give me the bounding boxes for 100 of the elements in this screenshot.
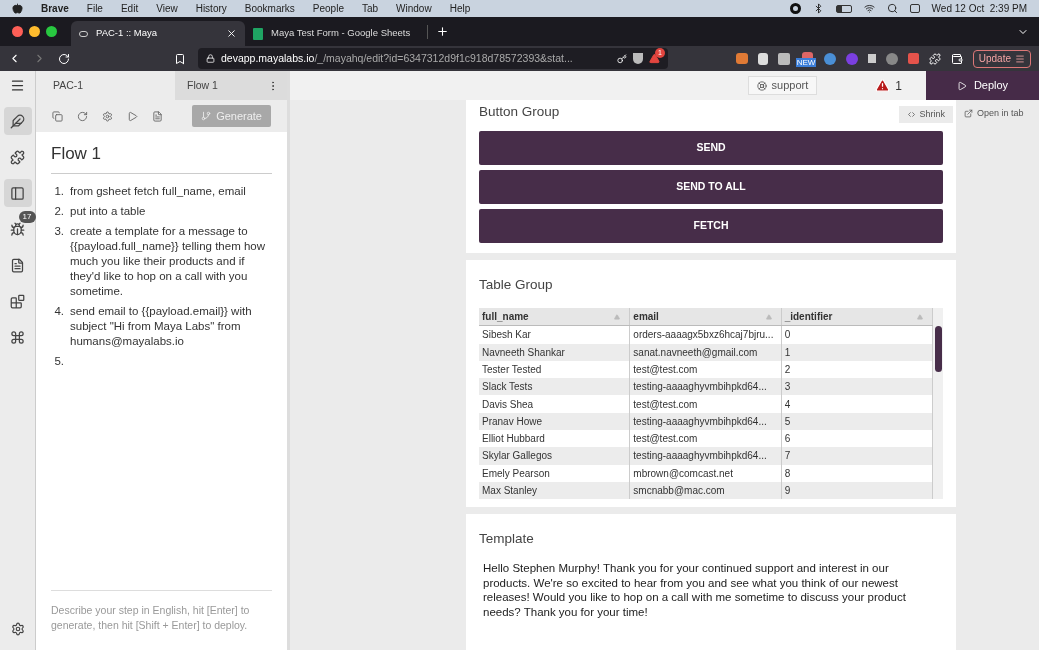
new-badge: NEW (795, 57, 817, 67)
menu-item[interactable]: Tab (361, 1, 379, 16)
table-cell: 4 (781, 395, 933, 413)
bookmark-icon[interactable] (174, 52, 186, 65)
close-tab-icon[interactable] (226, 28, 237, 39)
menu-item[interactable]: File (86, 1, 103, 16)
table-cell: 1 (781, 343, 933, 361)
step-input[interactable]: Describe your step in English, hit [Enter] to generate, then hit [Shift + Enter] to deploy. (51, 603, 272, 637)
menu-item[interactable]: Edit (120, 1, 139, 16)
shrink-icon (907, 110, 917, 119)
menu-item[interactable]: People (312, 1, 344, 16)
menu-item[interactable]: View (156, 1, 178, 16)
apple-icon[interactable] (12, 3, 23, 14)
tab-title: Maya Test Form - Google Sheets (271, 26, 411, 41)
action-button[interactable]: SEND TO ALL (479, 170, 943, 204)
wifi-icon[interactable] (863, 3, 875, 14)
extension-icon[interactable] (823, 52, 836, 65)
rail-button[interactable] (3, 107, 32, 135)
table-cell: smcnabb@mac.com (630, 481, 782, 500)
browser-tab[interactable]: Maya Test Form - Google Sheets (245, 21, 419, 46)
battery-icon[interactable] (835, 4, 852, 13)
rail-button[interactable] (3, 179, 32, 207)
open-in-tab-button[interactable]: Open in tab (964, 107, 1024, 121)
extension-icon[interactable] (777, 52, 790, 65)
document-icon[interactable] (152, 110, 163, 122)
lock-icon (206, 54, 215, 63)
refresh-icon[interactable] (77, 110, 88, 122)
table-cell: 9 (781, 481, 933, 500)
key-icon[interactable] (617, 53, 627, 64)
flow-title: Flow 1 (51, 132, 272, 174)
card-title: Button Group (479, 103, 560, 121)
table-cell: sanat.navneeth@gmail.com (630, 343, 782, 361)
menu-item[interactable]: Brave (41, 1, 69, 16)
table-cell: Max Stanley (479, 481, 631, 500)
step-text[interactable]: create a template for a message to {{payload.full_name}} telling them how much you like their products and if they'd like to hop on a call with you sometime. (69, 223, 272, 299)
extensions-icon[interactable] (928, 52, 941, 65)
feather-icon (10, 113, 25, 129)
action-button[interactable]: SEND (479, 131, 943, 165)
flow-tab[interactable]: Flow 1 (175, 71, 287, 100)
project-name[interactable]: PAC-1 (36, 71, 175, 100)
scrollbar-thumb[interactable] (934, 326, 942, 373)
step-number: 2. (53, 203, 65, 219)
count-badge: 17 (18, 211, 36, 223)
play-icon (956, 80, 967, 91)
table-cell: Skylar Gallegos (479, 447, 631, 465)
column-header[interactable]: _identifier (781, 308, 933, 326)
table-cell: Emely Pearson (479, 464, 631, 482)
branch-icon (201, 111, 212, 121)
url-text: devapp.mayalabs.io/_/mayahq/edit?id=6347312d9f1c918d78572393&stat... (221, 50, 573, 66)
blocks-icon (10, 293, 25, 309)
step-number: 5. (53, 353, 65, 369)
browser-tab[interactable]: PAC-1 :: Maya (71, 21, 245, 46)
menu-item[interactable]: History (195, 1, 227, 16)
step-number: 1. (53, 183, 65, 199)
table-cell: Sibesh Kar (479, 326, 631, 344)
table-cell: orders-aaaagx5bxz6hcaj7bjru... (630, 326, 782, 344)
table-cell: testing-aaaaghyvmbihpkd64... (630, 447, 782, 465)
control-center-icon[interactable] (909, 4, 920, 13)
sheets-icon (253, 27, 263, 40)
step-number: 4. (53, 303, 65, 319)
wallet-icon[interactable] (950, 52, 963, 65)
template-text: Hello Stephen Murphy! Thank you for your continued support and interest in our products. We're so excited to hear from you and see what you think of our newest releases! Would you like to hop on a call with me sometime to discuss your product needs? Thank you for your time! (482, 561, 907, 620)
alerts-indicator[interactable]: 1 (875, 76, 902, 95)
search-icon[interactable] (886, 3, 898, 14)
extension-icon[interactable] (757, 52, 768, 65)
menu-item[interactable]: Bookmarks (244, 1, 295, 16)
step-text[interactable]: send email to {{payload.email}} with subject "Hi from Maya Labs" from humans@mayalabs.io (69, 303, 272, 349)
settings-icon[interactable] (10, 622, 25, 636)
column-header[interactable]: full_name (479, 308, 631, 326)
clock[interactable]: Wed 12 Oct 2:39 PM (931, 1, 1027, 16)
command-icon (10, 329, 25, 345)
table-cell: 0 (781, 326, 933, 344)
bug-icon (10, 221, 25, 237)
table-cell: 8 (781, 464, 933, 482)
action-button[interactable]: FETCH (479, 209, 943, 243)
new-tab-icon[interactable] (436, 25, 449, 38)
menu-item[interactable]: Help (449, 1, 471, 16)
shrink-button[interactable]: Shrink (899, 106, 953, 123)
menu-item[interactable]: Window (396, 1, 432, 16)
play-icon[interactable] (127, 110, 138, 122)
copy-icon[interactable] (52, 110, 63, 122)
step-text[interactable]: put into a table (69, 203, 146, 219)
card-title: Table Group (479, 276, 554, 294)
step-text[interactable]: from gsheet fetch full_name, email (69, 183, 246, 199)
warning-icon (875, 78, 891, 93)
record-icon[interactable] (789, 3, 801, 14)
update-button[interactable]: Update (972, 49, 1031, 68)
menu-icon[interactable] (10, 78, 25, 93)
external-link-icon (964, 109, 973, 119)
step-number: 3. (53, 223, 65, 239)
menu-icon (1015, 53, 1025, 64)
support-button[interactable]: support (747, 76, 818, 95)
column-header[interactable]: email (630, 308, 782, 326)
table-cell: 7 (781, 447, 933, 465)
table-cell: mbrown@comcast.net (630, 464, 782, 482)
reload-icon[interactable] (58, 52, 70, 65)
document-icon (10, 257, 25, 273)
layout-icon (10, 185, 25, 201)
brave-shield-icon[interactable] (633, 53, 643, 64)
deploy-button[interactable]: Deploy (926, 71, 1039, 100)
